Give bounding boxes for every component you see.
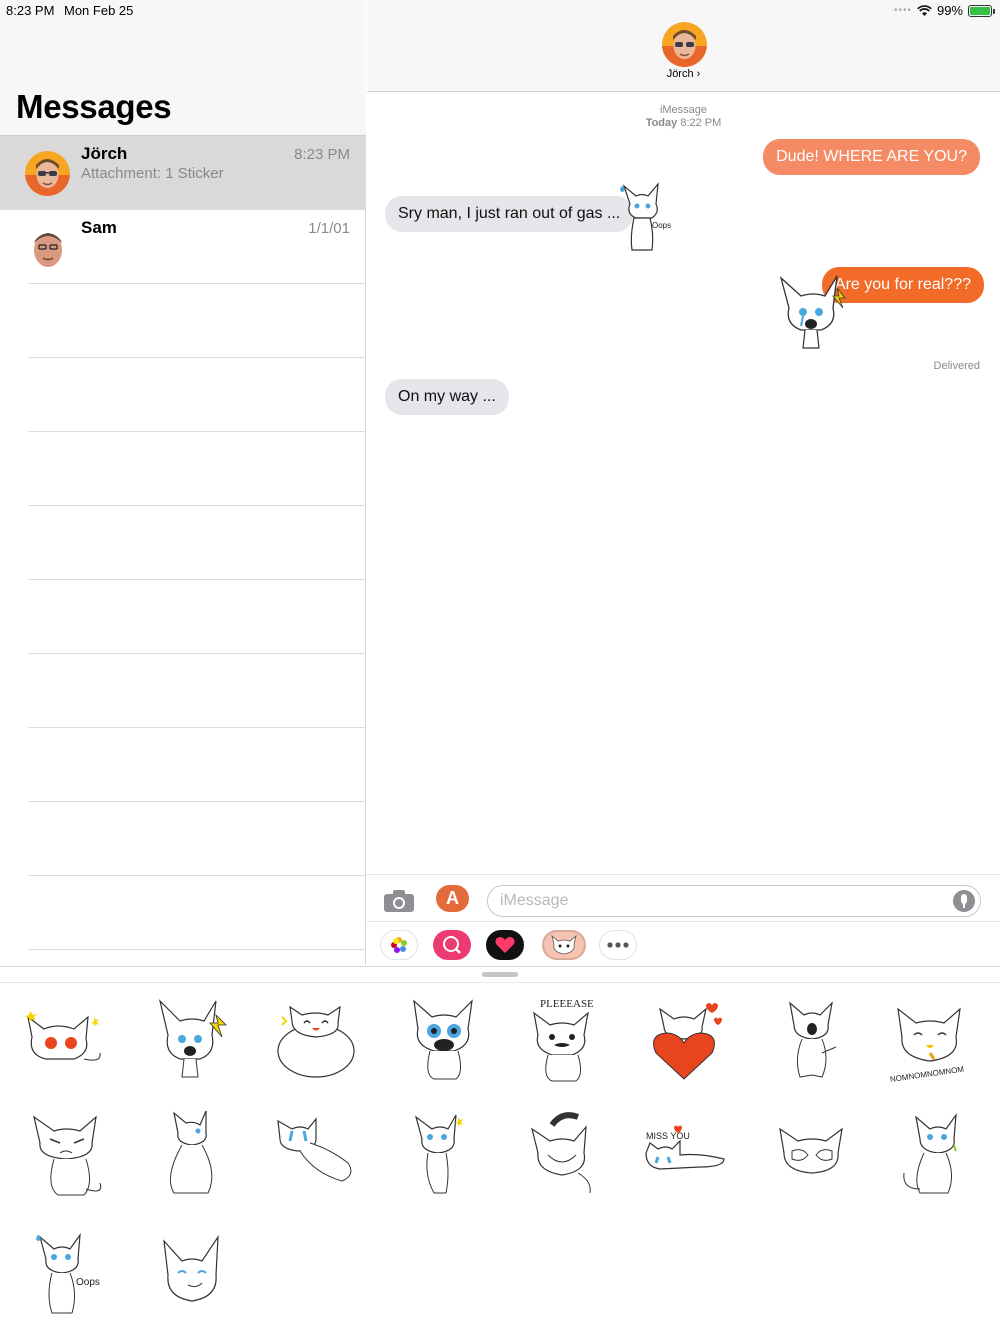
timestamp-time: 8:22 PM bbox=[680, 117, 722, 129]
missyou-text: MISS YOU bbox=[646, 1131, 690, 1141]
sticker-crying-cat[interactable] bbox=[148, 995, 238, 1085]
crying-cat-sticker[interactable] bbox=[771, 268, 857, 354]
row-divider bbox=[28, 357, 366, 358]
message-bubble-in[interactable]: On my way ... bbox=[385, 379, 509, 415]
sticker-grumpy-cat[interactable] bbox=[24, 1109, 114, 1199]
sticker-big-eyed-cat[interactable] bbox=[400, 995, 490, 1085]
oops-cat-sticker[interactable]: Oops bbox=[612, 178, 676, 256]
row-divider bbox=[0, 209, 366, 210]
conversation-list-panel: Messages Jörch 8:23 PM Attachment: 1 Sti… bbox=[0, 0, 366, 965]
sticker-dancing-cat[interactable] bbox=[400, 1109, 490, 1199]
chat-panel: Jörch › iMessage Today 8:22 PM Dude! WHE… bbox=[367, 0, 1000, 965]
sticker-nom-nom-cat[interactable]: NOMNOMNOMNOM bbox=[886, 997, 976, 1087]
avatar bbox=[25, 225, 70, 270]
sticker-sitting-back-cat[interactable] bbox=[148, 1107, 238, 1197]
conversation-row-jorch[interactable]: Jörch 8:23 PM Attachment: 1 Sticker bbox=[0, 136, 366, 210]
sticker-lying-crying-cat[interactable] bbox=[270, 1109, 360, 1199]
sticker-grinning-cat[interactable] bbox=[518, 1107, 608, 1197]
image-search-icon[interactable] bbox=[433, 930, 471, 960]
conversation-time: 1/1/01 bbox=[308, 220, 350, 237]
row-divider bbox=[28, 579, 366, 580]
composer: A iMessage bbox=[367, 874, 1000, 965]
contact-name[interactable]: Jörch › bbox=[367, 68, 1000, 80]
service-label: iMessage bbox=[659, 104, 708, 116]
contact-avatar[interactable] bbox=[662, 22, 707, 67]
divider bbox=[0, 982, 1000, 983]
pleeease-text: PLEEEASE bbox=[540, 998, 594, 1010]
sticker-oops-cat[interactable]: Oops bbox=[24, 1229, 114, 1319]
sticker-drawer: PLEEEASE NOMNOMNOMNOM MISS YOU Oops bbox=[0, 966, 1000, 1334]
sticker-smirking-cat[interactable] bbox=[148, 1227, 238, 1317]
row-divider bbox=[28, 505, 366, 506]
status-bar: 8:23 PM Mon Feb 25 •••• 99% bbox=[0, 0, 1000, 22]
sticker-curious-cat[interactable] bbox=[890, 1109, 980, 1199]
app-store-icon[interactable]: A bbox=[436, 885, 469, 912]
cat-sticker-app-icon[interactable] bbox=[542, 930, 586, 960]
app-drawer-bar bbox=[367, 921, 1000, 966]
page-title: Messages bbox=[16, 88, 172, 125]
microphone-icon[interactable] bbox=[953, 890, 975, 912]
sticker-yawning-cat[interactable] bbox=[768, 995, 858, 1085]
message-meta: iMessage Today 8:22 PM bbox=[367, 104, 1000, 130]
message-bubble-out[interactable]: Dude! WHERE ARE YOU? bbox=[763, 139, 980, 175]
row-divider bbox=[28, 431, 366, 432]
sticker-pleeease-cat[interactable]: PLEEEASE bbox=[518, 995, 608, 1085]
sticker-hiding-cat[interactable] bbox=[768, 1109, 858, 1199]
drawer-grabber[interactable] bbox=[482, 972, 518, 977]
timestamp-day: Today bbox=[645, 117, 678, 129]
row-divider bbox=[28, 801, 366, 802]
conversation-preview: Attachment: 1 Sticker bbox=[81, 165, 224, 182]
conversation-name: Sam bbox=[81, 218, 117, 237]
conversation-time: 8:23 PM bbox=[294, 146, 350, 163]
row-divider bbox=[28, 949, 366, 950]
camera-icon[interactable] bbox=[383, 889, 415, 913]
sticker-laughing-fat-cat[interactable] bbox=[270, 997, 360, 1087]
delivered-status: Delivered bbox=[933, 360, 980, 372]
sticker-dizzy-cat[interactable] bbox=[18, 997, 108, 1087]
conversation-row-sam[interactable]: Sam 1/1/01 bbox=[0, 210, 366, 284]
wifi-icon bbox=[917, 4, 932, 16]
oops-text: Oops bbox=[76, 1277, 100, 1288]
battery-percent: 99% bbox=[936, 3, 963, 18]
oops-text: Oops bbox=[652, 221, 671, 230]
row-divider bbox=[28, 875, 366, 876]
status-time: 8:23 PM bbox=[6, 3, 55, 18]
row-divider bbox=[28, 653, 366, 654]
battery-icon bbox=[968, 4, 995, 17]
message-bubble-in[interactable]: Sry man, I just ran out of gas ... bbox=[385, 196, 634, 232]
more-icon[interactable] bbox=[599, 930, 637, 960]
signal-dots-icon: •••• bbox=[893, 5, 912, 16]
avatar bbox=[25, 151, 70, 196]
sticker-miss-you-cat[interactable]: MISS YOU bbox=[640, 1109, 730, 1199]
status-date: Mon Feb 25 bbox=[64, 3, 134, 18]
sticker-heart-cat[interactable] bbox=[640, 997, 730, 1087]
photos-icon[interactable] bbox=[380, 930, 418, 960]
digital-touch-icon[interactable] bbox=[486, 930, 524, 960]
row-divider bbox=[28, 727, 366, 728]
conversation-name: Jörch bbox=[81, 144, 128, 163]
message-input[interactable]: iMessage bbox=[487, 885, 981, 917]
nomnom-text: NOMNOMNOMNOM bbox=[889, 1065, 965, 1084]
row-divider bbox=[28, 283, 366, 284]
message-input-placeholder: iMessage bbox=[500, 892, 569, 909]
